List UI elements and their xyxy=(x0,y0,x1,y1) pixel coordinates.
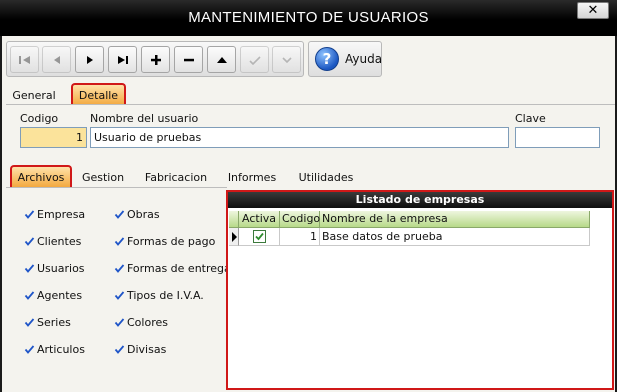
permission-label: Colores xyxy=(127,316,168,329)
clave-field[interactable] xyxy=(515,127,600,148)
codigo-label: Codigo xyxy=(20,112,59,125)
checkmark-icon xyxy=(114,264,125,273)
permission-right-4[interactable]: Colores xyxy=(114,316,224,330)
next-record-button[interactable] xyxy=(75,46,104,73)
checkmark-icon xyxy=(114,318,125,327)
permission-label: Empresa xyxy=(37,208,86,221)
help-icon: ? xyxy=(315,47,339,71)
subtab-strip-divider xyxy=(6,187,227,188)
add-record-button[interactable] xyxy=(141,46,170,73)
navigation-toolbar xyxy=(6,41,304,77)
grid-cell-codigo[interactable]: 1 xyxy=(280,228,320,246)
confirm-button[interactable] xyxy=(240,46,269,73)
tab-strip-divider xyxy=(6,104,615,105)
cancel-button[interactable] xyxy=(272,46,301,73)
add-icon xyxy=(150,54,161,65)
title-bar: MANTENIMIENTO DE USUARIOS ✕ xyxy=(0,0,617,36)
tab-fabricacion[interactable]: Fabricacion xyxy=(143,167,209,189)
permission-label: Articulos xyxy=(37,343,85,356)
last-record-icon xyxy=(117,55,128,64)
cancel-icon xyxy=(281,56,292,63)
nombre-field[interactable]: Usuario de pruebas xyxy=(90,127,509,148)
tab-archivos[interactable]: Archivos xyxy=(10,165,72,187)
permission-label: Obras xyxy=(127,208,160,221)
close-icon: ✕ xyxy=(587,3,599,18)
tab-gestion[interactable]: Gestion xyxy=(78,167,128,189)
permission-label: Divisas xyxy=(127,343,167,356)
grid-cell-nombre[interactable]: Base datos de prueba xyxy=(320,228,590,246)
window-client-area: ? Ayuda General Detalle Codigo 1 Nombre … xyxy=(0,36,617,392)
permission-label: Formas de entrega xyxy=(127,262,231,275)
row-indicator[interactable] xyxy=(229,228,239,246)
edit-record-button[interactable] xyxy=(207,46,236,73)
grid-cell-activa[interactable] xyxy=(239,228,280,246)
companies-panel-title: Listado de empresas xyxy=(228,192,612,208)
help-label: Ayuda xyxy=(345,52,383,66)
grid-header-codigo[interactable]: Codigo xyxy=(280,211,320,228)
checkmark-icon xyxy=(114,345,125,354)
window-title: MANTENIMIENTO DE USUARIOS xyxy=(188,9,429,26)
permission-right-0[interactable]: Obras xyxy=(114,208,224,222)
delete-record-button[interactable] xyxy=(174,46,203,73)
permission-right-1[interactable]: Formas de pago xyxy=(114,235,224,249)
grid-header-nombre[interactable]: Nombre de la empresa xyxy=(320,211,590,228)
permission-label: Formas de pago xyxy=(127,235,216,248)
checkmark-icon xyxy=(24,237,35,246)
permission-label: Usuarios xyxy=(37,262,85,275)
checkbox-checked-icon xyxy=(253,230,266,243)
first-record-button[interactable] xyxy=(10,46,39,73)
current-row-arrow-icon xyxy=(232,232,237,242)
permission-right-5[interactable]: Divisas xyxy=(114,343,224,357)
delete-icon xyxy=(183,58,194,61)
help-button[interactable]: ? Ayuda xyxy=(308,41,382,77)
confirm-icon xyxy=(248,55,261,65)
permission-label: Tipos de I.V.A. xyxy=(127,289,204,302)
companies-panel: Listado de empresas Activa Codigo Nombre… xyxy=(226,190,614,390)
permission-right-3[interactable]: Tipos de I.V.A. xyxy=(114,289,224,303)
close-button[interactable]: ✕ xyxy=(577,2,609,19)
permission-label: Agentes xyxy=(37,289,83,302)
permission-right-2[interactable]: Formas de entrega xyxy=(114,262,231,276)
checkmark-icon xyxy=(24,210,35,219)
tab-informes[interactable]: Informes xyxy=(224,167,280,189)
next-record-icon xyxy=(86,55,93,64)
checkmark-icon xyxy=(24,345,35,354)
tab-detalle[interactable]: Detalle xyxy=(71,83,126,105)
permission-label: Clientes xyxy=(37,235,82,248)
checkmark-icon xyxy=(24,291,35,300)
tab-utilidades[interactable]: Utilidades xyxy=(295,167,357,189)
codigo-field[interactable]: 1 xyxy=(20,127,87,148)
previous-record-button[interactable] xyxy=(42,46,71,73)
last-record-button[interactable] xyxy=(108,46,137,73)
checkmark-icon xyxy=(114,210,125,219)
checkmark-icon xyxy=(24,318,35,327)
checkmark-icon xyxy=(24,264,35,273)
nombre-label: Nombre del usuario xyxy=(90,112,199,125)
checkmark-icon xyxy=(114,291,125,300)
grid-header-activa[interactable]: Activa xyxy=(239,211,280,228)
first-record-icon xyxy=(18,55,30,64)
checkmark-icon xyxy=(114,237,125,246)
grid-header-indicator xyxy=(229,211,239,228)
previous-record-icon xyxy=(53,55,60,64)
edit-icon xyxy=(216,56,227,63)
clave-label: Clave xyxy=(515,112,546,125)
permission-label: Series xyxy=(37,316,71,329)
